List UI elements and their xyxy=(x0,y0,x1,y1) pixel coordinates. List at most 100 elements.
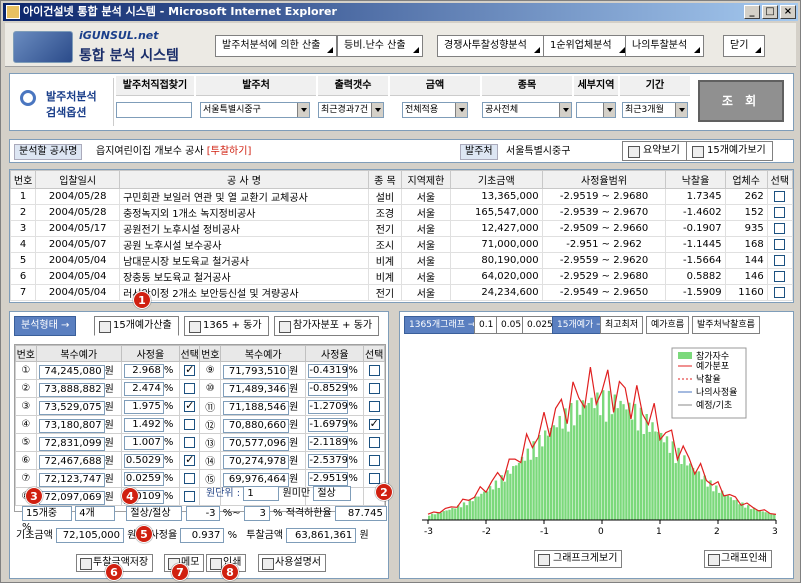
select-cell[interactable] xyxy=(363,451,385,470)
table-row[interactable]: 7 2004/05/04 러시안이정 2개소 보안등신설 및 겨량공사 전기 서울 24,… xyxy=(10,284,793,301)
price-select-checkbox[interactable] xyxy=(184,436,196,448)
checkbox[interactable] xyxy=(774,238,786,250)
maximize-button[interactable]: □ xyxy=(762,5,778,19)
table-row[interactable]: 6 2004/05/04 장충동 보도육교 철거공사 비계 서울 64,020,000 -2… xyxy=(10,268,793,285)
checkbox[interactable] xyxy=(774,270,786,282)
minimize-button[interactable]: _ xyxy=(744,5,760,19)
price-select-checkbox[interactable] xyxy=(368,417,380,430)
manual-button[interactable]: 사용설명서 xyxy=(258,554,326,572)
price-select-checkbox[interactable] xyxy=(368,400,380,412)
step-0-1-button[interactable]: 0.1 xyxy=(474,316,499,334)
count-select[interactable]: 최근경과7건 xyxy=(318,102,384,118)
qualify-rate[interactable]: 87.745 xyxy=(334,506,387,521)
select-cell[interactable] xyxy=(178,469,201,488)
enlarge-graph-button[interactable]: 그래프크게보기 xyxy=(534,550,623,568)
client-flow-button[interactable]: 발주처낙찰흐름 xyxy=(692,316,760,334)
round-select[interactable]: 절상 xyxy=(313,486,352,501)
nav-button-client-analysis[interactable]: 발주처분석에 의한 산출 xyxy=(215,35,338,57)
range-to[interactable]: 3 xyxy=(243,506,270,521)
type-select[interactable]: 공사전체 xyxy=(482,102,572,118)
select-cell[interactable] xyxy=(178,433,201,452)
checkbox[interactable] xyxy=(774,190,786,202)
row-select-checkbox[interactable] xyxy=(766,252,793,269)
chevron-down-icon xyxy=(455,103,467,117)
pct-unit: % xyxy=(227,530,238,541)
summary-button[interactable]: 요약보기 xyxy=(622,141,687,161)
table-row[interactable]: 4 2004/05/07 공원 노후시설 보수공사 조시 서울 71,000,000 -2.… xyxy=(10,236,793,253)
price-select-checkbox[interactable] xyxy=(368,436,380,448)
max-min-button[interactable]: 최고최저 xyxy=(600,316,644,334)
table-row[interactable]: 5 2004/05/04 남대문시장 보도육교 철거공사 비계 서울 80,190,000… xyxy=(10,252,793,269)
checkbox[interactable] xyxy=(774,254,786,266)
table-row[interactable]: 3 2004/05/17 공원전기 노후시설 정비공사 전기 서울 12,427,000-… xyxy=(10,220,793,237)
nav-button-my-bid[interactable]: 나의투찰분석 xyxy=(625,35,705,57)
fifteen-price-button[interactable]: 15개예가보기 xyxy=(686,141,773,161)
x-tick-label: 3 xyxy=(772,527,778,536)
select-cell[interactable] xyxy=(178,451,201,470)
price-select-checkbox[interactable] xyxy=(184,418,196,430)
price-select-checkbox[interactable] xyxy=(368,454,380,466)
table-row[interactable]: 2 2004/05/28 충정녹지외 1개소 녹지정비공사 조경 서울 165,547,0… xyxy=(10,204,793,221)
select-cell[interactable] xyxy=(178,415,201,434)
select-cell[interactable] xyxy=(363,379,385,398)
print-graph-button[interactable]: 그래프인쇄 xyxy=(704,550,772,568)
rate-value: -0.8529 xyxy=(308,381,349,396)
select-cell[interactable] xyxy=(363,397,385,416)
amount-select[interactable]: 전체적용 xyxy=(402,102,468,118)
table-cell: -1.5664 xyxy=(665,252,726,269)
graph-1365-button[interactable]: 1365개그래프 → xyxy=(404,316,481,334)
tab-1365[interactable]: 1365 + 동가 xyxy=(184,316,269,336)
chevron-down-icon xyxy=(559,103,571,117)
col-count: 출력갯수 xyxy=(318,76,388,96)
tab-15-price[interactable]: 15개예가산출 xyxy=(94,316,179,336)
select-cell[interactable] xyxy=(363,361,385,380)
client-value: 서울특별시중구 xyxy=(506,146,571,157)
price-select-checkbox[interactable] xyxy=(368,472,380,484)
price-select-checkbox[interactable] xyxy=(184,363,196,376)
nav-button-competitor[interactable]: 경쟁사투찰성향분석 xyxy=(437,35,544,57)
bid-link[interactable]: [투찰하기] xyxy=(207,146,252,157)
range-from[interactable]: -3 xyxy=(185,506,220,521)
select-pick[interactable]: 4개 xyxy=(75,506,116,521)
won-unit: 원 xyxy=(289,402,299,413)
select-cell[interactable] xyxy=(363,433,385,452)
analysis-type-tab[interactable]: 분석형태 → xyxy=(14,316,77,336)
search-submit-button[interactable]: 조 회 xyxy=(698,80,784,122)
row-select-checkbox[interactable] xyxy=(766,188,793,205)
row-select-checkbox[interactable] xyxy=(766,204,793,221)
price-select-checkbox[interactable] xyxy=(184,490,196,502)
unit-select[interactable]: 1 xyxy=(243,486,280,501)
checkbox[interactable] xyxy=(774,222,786,234)
close-button[interactable]: 닫기 xyxy=(723,35,766,57)
tab-participants[interactable]: 참가자분포 + 동가 xyxy=(274,316,380,336)
select-round[interactable]: 절상/절상 xyxy=(126,506,183,521)
client-select[interactable]: 서울특별시중구 xyxy=(200,102,310,118)
price-select-checkbox[interactable] xyxy=(184,472,196,484)
close-window-button[interactable]: × xyxy=(780,5,796,19)
row-select-checkbox[interactable] xyxy=(766,236,793,253)
select-cell[interactable] xyxy=(178,361,201,380)
select-count[interactable]: 15개중 xyxy=(22,506,72,521)
region-select[interactable] xyxy=(576,102,616,118)
select-cell[interactable] xyxy=(178,487,201,506)
row-select-checkbox[interactable] xyxy=(766,284,793,301)
row-select-checkbox[interactable] xyxy=(766,268,793,285)
select-cell[interactable] xyxy=(363,415,385,434)
row-select-checkbox[interactable] xyxy=(766,220,793,237)
price-select-checkbox[interactable] xyxy=(368,364,380,376)
nav-button-first-rank[interactable]: 1순위업체분석 xyxy=(543,35,629,57)
table-row[interactable]: 1 2004/05/28 구민회관 보일러 연관 및 열 교환기 교체공사 설비 서울 1… xyxy=(10,188,793,205)
nav-button-ratio[interactable]: 등비.난수 산출 xyxy=(337,35,423,57)
price-select-checkbox[interactable] xyxy=(368,382,380,394)
client-search-input[interactable] xyxy=(116,102,192,118)
price-flow-button[interactable]: 예가흐름 xyxy=(646,316,690,334)
period-select[interactable]: 최근3개월 xyxy=(622,102,688,118)
checkbox[interactable] xyxy=(774,206,786,218)
price-select-checkbox[interactable] xyxy=(184,399,196,412)
price-select-checkbox[interactable] xyxy=(184,453,196,466)
checkbox[interactable] xyxy=(774,286,786,298)
legend-participants: 참가자수 xyxy=(696,351,729,362)
select-cell[interactable] xyxy=(178,397,201,416)
select-cell[interactable] xyxy=(178,379,201,398)
price-select-checkbox[interactable] xyxy=(184,382,196,394)
